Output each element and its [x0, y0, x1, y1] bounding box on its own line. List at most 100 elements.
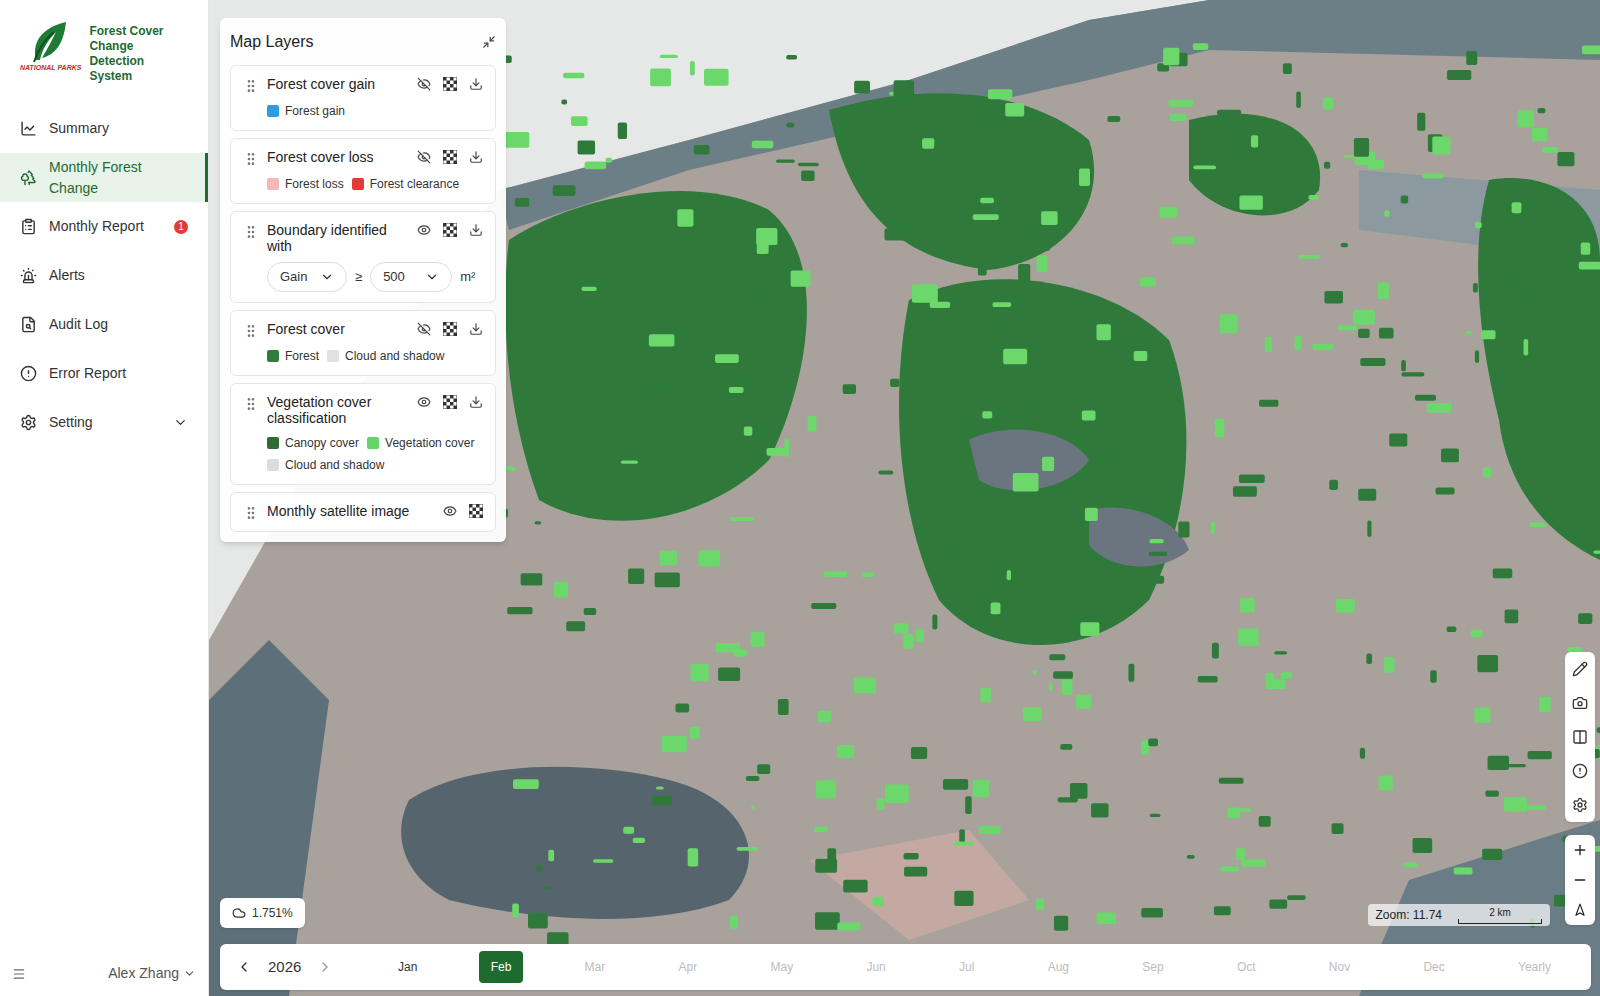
- layer-card: Vegetation cover classificationCanopy co…: [230, 383, 496, 485]
- eye-icon[interactable]: [417, 223, 431, 237]
- layer-legend: ForestCloud and shadow: [243, 347, 483, 365]
- legend-swatch: [367, 437, 379, 449]
- map-tool-button[interactable]: [1565, 652, 1595, 686]
- eye-off-icon[interactable]: [417, 150, 431, 164]
- period-tab[interactable]: Jun: [854, 951, 897, 983]
- period-tab[interactable]: Yearly: [1506, 951, 1563, 983]
- layer-actions: [443, 503, 483, 518]
- menu-icon[interactable]: [12, 967, 26, 981]
- layer-actions: [417, 321, 483, 336]
- chevron-icon[interactable]: [173, 415, 188, 430]
- cloud-badge: 1.751%: [220, 898, 305, 928]
- nav-icon: [20, 267, 37, 284]
- sidebar-item[interactable]: Monthly Forest Change: [0, 153, 208, 202]
- legend-item: Canopy cover: [267, 434, 359, 452]
- opacity-icon[interactable]: [443, 223, 457, 237]
- opacity-icon[interactable]: [443, 150, 457, 164]
- prev-year-icon[interactable]: [236, 959, 252, 975]
- drag-handle-icon[interactable]: [243, 151, 259, 167]
- tool-icon: [1572, 661, 1588, 677]
- panel-title: Map Layers: [230, 30, 314, 54]
- layer-legend: Canopy coverVegetation coverCloud and sh…: [243, 434, 483, 474]
- legend-swatch: [327, 350, 339, 362]
- sidebar: NATIONAL PARKSForest Cover Change Detect…: [0, 0, 209, 996]
- nav-icon: [20, 120, 37, 137]
- period-tab[interactable]: Oct: [1225, 951, 1268, 983]
- org-name: NATIONAL PARKS: [20, 64, 81, 72]
- download-icon[interactable]: [469, 77, 483, 91]
- layer-actions: [417, 394, 483, 409]
- collapse-icon[interactable]: [482, 35, 496, 49]
- map-tool-button[interactable]: [1565, 720, 1595, 754]
- map-tool-button[interactable]: [1565, 686, 1595, 720]
- eye-icon[interactable]: [417, 395, 431, 409]
- map-tool-button[interactable]: [1565, 754, 1595, 788]
- tool-icon: [1572, 729, 1588, 745]
- period-tab[interactable]: Jan: [386, 951, 429, 983]
- layer-name: Monthly satellite image: [267, 503, 435, 519]
- panel-header: Map Layers: [230, 30, 496, 58]
- layer-actions: [417, 76, 483, 91]
- layer-header: Forest cover loss: [243, 149, 483, 167]
- layer-card: Forest cover ForestCloud and shadow: [230, 310, 496, 376]
- layer-name: Boundary identified with: [267, 222, 409, 254]
- period-tab[interactable]: Mar: [573, 951, 618, 983]
- chevron-down-icon: [320, 270, 334, 284]
- sidebar-item[interactable]: Setting: [0, 398, 208, 447]
- zoom-in-button[interactable]: [1565, 835, 1595, 865]
- opacity-icon[interactable]: [469, 504, 483, 518]
- timeline-bar: 2026JanFebMarAprMayJunJulAugSepOctNovDec…: [220, 944, 1591, 990]
- legend-swatch: [267, 459, 279, 471]
- compass-button[interactable]: [1565, 895, 1595, 925]
- drag-handle-icon[interactable]: [243, 78, 259, 94]
- logo: NATIONAL PARKSForest Cover Change Detect…: [0, 0, 208, 104]
- layer-card: Boundary identified with Gain ≥500 m²: [230, 211, 496, 303]
- zoom-controls: [1565, 835, 1595, 925]
- legend-swatch: [267, 178, 279, 190]
- period-tab[interactable]: Apr: [667, 951, 710, 983]
- sidebar-item[interactable]: Summary: [0, 104, 208, 153]
- eye-off-icon[interactable]: [417, 77, 431, 91]
- compass-icon: [1573, 903, 1587, 917]
- download-icon[interactable]: [469, 322, 483, 336]
- operator: ≥: [355, 267, 362, 287]
- layer-header: Forest cover: [243, 321, 483, 339]
- drag-handle-icon[interactable]: [243, 396, 259, 412]
- download-icon[interactable]: [469, 223, 483, 237]
- drag-handle-icon[interactable]: [243, 224, 259, 240]
- period-tab[interactable]: Dec: [1411, 951, 1456, 983]
- period-tab[interactable]: Jul: [947, 951, 986, 983]
- period-tab[interactable]: Sep: [1130, 951, 1175, 983]
- eye-icon[interactable]: [443, 504, 457, 518]
- opacity-icon[interactable]: [443, 395, 457, 409]
- layer-actions: [417, 222, 483, 237]
- download-icon[interactable]: [469, 395, 483, 409]
- tool-icon: [1572, 763, 1588, 779]
- period-tab[interactable]: Nov: [1317, 951, 1362, 983]
- opacity-icon[interactable]: [443, 77, 457, 91]
- sidebar-item[interactable]: Audit Log: [0, 300, 208, 349]
- map-area: Map LayersForest cover gainForest gainFo…: [209, 0, 1600, 996]
- sidebar-item[interactable]: Monthly Report1: [0, 202, 208, 251]
- user-menu[interactable]: Alex Zhang: [108, 963, 196, 984]
- legend-swatch: [267, 437, 279, 449]
- map-tool-button[interactable]: [1565, 788, 1595, 822]
- drag-handle-icon[interactable]: [243, 505, 259, 521]
- next-year-icon[interactable]: [317, 959, 333, 975]
- opacity-icon[interactable]: [443, 322, 457, 336]
- period-tab[interactable]: Feb: [479, 951, 524, 983]
- legend-item: Forest loss: [267, 175, 344, 193]
- plus-icon: [1572, 842, 1588, 858]
- period-tab[interactable]: Aug: [1036, 951, 1081, 983]
- download-icon[interactable]: [469, 150, 483, 164]
- drag-handle-icon[interactable]: [243, 323, 259, 339]
- sidebar-item[interactable]: Alerts: [0, 251, 208, 300]
- leaf-logo-icon: [30, 20, 72, 64]
- unit: m²: [460, 267, 475, 287]
- eye-off-icon[interactable]: [417, 322, 431, 336]
- area-select[interactable]: 500: [370, 262, 452, 292]
- type-select[interactable]: Gain: [267, 262, 347, 292]
- period-tab[interactable]: May: [758, 951, 805, 983]
- sidebar-item[interactable]: Error Report: [0, 349, 208, 398]
- zoom-out-button[interactable]: [1565, 865, 1595, 895]
